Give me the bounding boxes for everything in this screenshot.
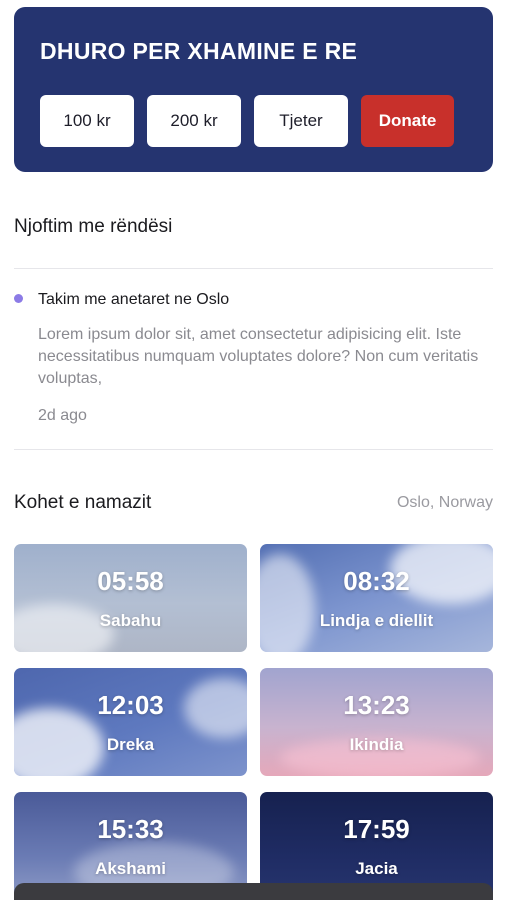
divider [14,449,493,450]
unread-dot-icon [14,294,23,303]
bottom-sheet-edge[interactable] [14,883,493,900]
notice-body: Lorem ipsum dolor sit, amet consectetur … [38,326,479,387]
divider [14,268,493,269]
donate-button[interactable]: Donate [361,95,454,147]
app-screen: DHURO PER XHAMINE E RE 100 kr 200 kr Tje… [0,0,506,900]
prayer-tile-sabahu[interactable]: 05:58 Sabahu [14,544,247,652]
prayer-section-title: Kohet e namazit [14,492,152,513]
notice-timestamp: 2d ago [38,407,87,424]
prayer-name: Lindja e diellit [319,611,434,630]
donate-card: DHURO PER XHAMINE E RE 100 kr 200 kr Tje… [14,7,493,172]
prayer-tile-ikindia[interactable]: 13:23 Ikindia [260,668,493,776]
prayer-time: 05:58 [97,566,164,596]
notices-section-title: Njoftim me rëndësi [14,216,173,237]
prayer-time: 17:59 [343,814,410,844]
notice-title: Takim me anetaret ne Oslo [38,291,230,308]
prayer-tile-dreka[interactable]: 12:03 Dreka [14,668,247,776]
prayer-time: 12:03 [97,690,164,720]
prayer-time: 13:23 [343,690,410,720]
prayer-time: 15:33 [97,814,164,844]
amount-200-button[interactable]: 200 kr [147,95,241,147]
prayer-name: Sabahu [99,611,162,630]
other-amount-button[interactable]: Tjeter [254,95,348,147]
prayer-name: Jacia [355,859,398,878]
donate-title: DHURO PER XHAMINE E RE [40,38,358,64]
prayer-tile-lindja[interactable]: 08:32 Lindja e diellit [260,544,493,652]
prayer-time: 08:32 [343,566,410,596]
location-label[interactable]: Oslo, Norway [397,494,493,512]
prayer-name: Ikindia [349,735,404,754]
amount-100-button[interactable]: 100 kr [40,95,134,147]
prayer-name: Akshami [95,859,166,878]
prayer-name: Dreka [106,735,155,754]
